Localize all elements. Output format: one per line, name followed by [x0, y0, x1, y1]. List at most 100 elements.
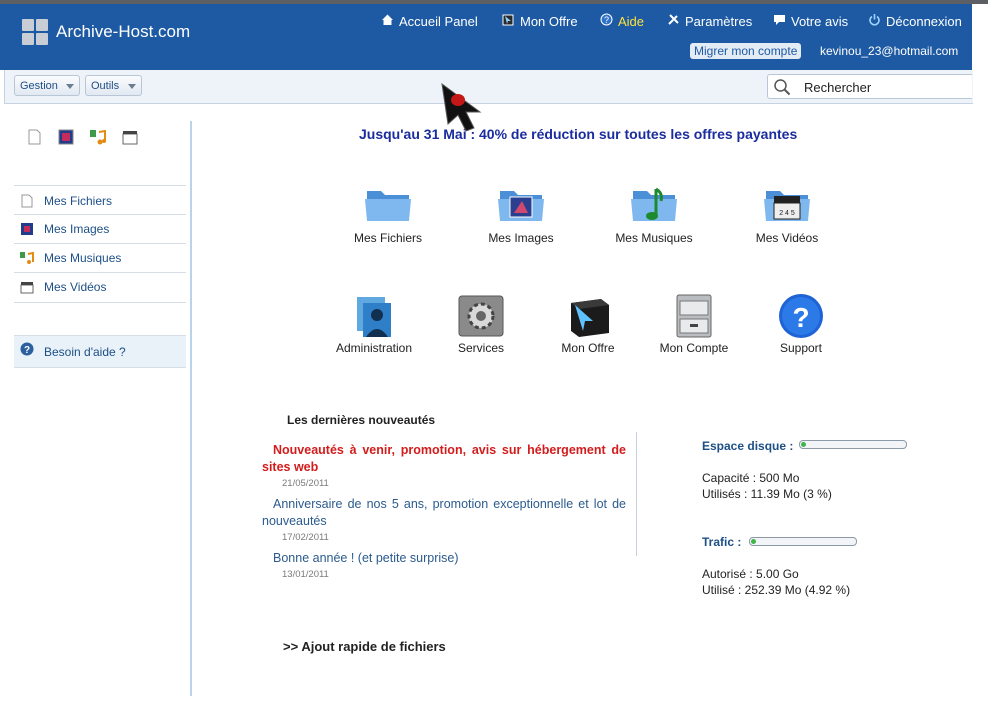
tile-label: Mes Musiques [615, 231, 693, 245]
nav-aide[interactable]: ? Aide [600, 13, 645, 29]
disk-space-fill [801, 442, 806, 447]
outils-dropdown[interactable]: Outils [85, 75, 142, 96]
traffic-fill [751, 539, 756, 544]
tile-label: Mon Offre [561, 341, 615, 355]
gear-icon [456, 293, 506, 339]
news-item[interactable]: Bonne année ! (et petite surprise) [262, 550, 626, 567]
sidebar-item-label: Mes Vidéos [44, 280, 107, 294]
tile-services[interactable]: Services [426, 293, 536, 355]
sidebar-separator [14, 185, 186, 186]
tile-label: Mon Compte [659, 341, 729, 355]
migrate-account-button[interactable]: Migrer mon compte [690, 43, 802, 59]
tile-mon-offre[interactable]: Mon Offre [533, 293, 643, 355]
svg-text:?: ? [604, 15, 609, 25]
cabinet-icon [669, 293, 719, 339]
traffic-used: Utilisé : 252.39 Mo (4.92 %) [702, 583, 851, 597]
nav-label: Aide [618, 14, 645, 29]
search-placeholder: Rechercher [804, 80, 872, 95]
traffic-bar [749, 537, 857, 546]
gestion-dropdown[interactable]: Gestion [14, 75, 80, 96]
quick-add-files-link[interactable]: >> Ajout rapide de fichiers [283, 639, 446, 654]
svg-text:2 4 5: 2 4 5 [779, 210, 795, 217]
nav-mon-offre[interactable]: Mon Offre [502, 14, 578, 29]
video-icon[interactable] [121, 128, 139, 146]
power-icon [868, 13, 881, 26]
sidebar-item-images[interactable]: Mes Images [20, 222, 109, 236]
tile-mes-musiques[interactable]: Mes Musiques [599, 183, 709, 245]
window-top-border [0, 0, 988, 4]
home-icon [381, 13, 394, 26]
tile-label: Support [779, 341, 823, 355]
help-link[interactable]: Besoin d'aide ? [44, 345, 126, 359]
video-icon [20, 280, 34, 294]
users-icon [349, 293, 399, 339]
news-item[interactable]: Nouveautés à venir, promotion, avis sur … [262, 442, 626, 476]
file-icon [20, 194, 34, 208]
disk-space-label: Espace disque : [702, 439, 794, 453]
tile-mon-compte[interactable]: Mon Compte [639, 293, 749, 355]
tile-mes-videos[interactable]: 2 4 5 Mes Vidéos [732, 183, 842, 245]
sidebar-item-videos[interactable]: Mes Vidéos [20, 280, 106, 294]
news-title: Les dernières nouveautés [287, 413, 436, 427]
chevron-down-icon [128, 84, 136, 89]
nav-deconnexion[interactable]: Déconnexion [868, 14, 962, 29]
folder-video-icon: 2 4 5 [762, 183, 812, 229]
nav-accueil-panel[interactable]: Accueil Panel [381, 14, 478, 29]
folder-icon [363, 183, 413, 229]
sidebar-item-fichiers[interactable]: Mes Fichiers [20, 194, 112, 208]
tools-icon [667, 13, 680, 26]
nav-label: Paramètres [685, 14, 753, 29]
image-icon [20, 222, 34, 236]
tile-mes-fichiers[interactable]: Mes Fichiers [333, 183, 443, 245]
gestion-label: Gestion [20, 80, 58, 92]
outils-label: Outils [91, 80, 120, 92]
music-icon [20, 251, 34, 265]
sidebar-separator [14, 214, 186, 215]
file-icon[interactable] [26, 128, 44, 146]
sidebar-item-label: Mes Images [44, 222, 110, 236]
sidebar-divider [190, 121, 192, 696]
promo-banner[interactable]: Jusqu'au 31 Mai : 40% de réduction sur t… [359, 126, 797, 142]
tile-mes-images[interactable]: Mes Images [466, 183, 576, 245]
image-icon[interactable] [57, 128, 75, 146]
account-email: kevinou_23@hotmail.com [820, 44, 959, 58]
svg-text:?: ? [24, 345, 30, 356]
nav-label: Votre avis [791, 14, 849, 29]
sidebar-item-label: Mes Musiques [44, 251, 122, 265]
help-icon: ? [20, 342, 34, 356]
tile-administration[interactable]: Administration [319, 293, 429, 355]
tile-label: Mes Vidéos [755, 231, 819, 245]
help-icon: ? [600, 13, 613, 26]
sidebar-item-musiques[interactable]: Mes Musiques [20, 251, 121, 265]
news-date: 21/05/2011 [282, 478, 329, 489]
disk-capacity: Capacité : 500 Mo [702, 471, 800, 485]
sidebar-separator [14, 272, 186, 273]
news-date: 13/01/2011 [282, 569, 329, 580]
news-divider [636, 432, 637, 556]
disk-space-bar [799, 440, 907, 449]
chevron-down-icon [66, 84, 74, 89]
question-icon: ? [776, 293, 826, 339]
offer-icon [502, 13, 515, 26]
comment-icon [773, 13, 786, 26]
nav-votre-avis[interactable]: Votre avis [773, 14, 848, 29]
svg-text:?: ? [792, 302, 809, 333]
logo-text[interactable]: Archive-Host.com [56, 22, 190, 42]
sidebar-item-label: Mes Fichiers [44, 194, 113, 208]
mouse-cursor-icon [440, 82, 486, 132]
news-date: 17/02/2011 [282, 532, 329, 543]
tile-support[interactable]: ? Support [746, 293, 856, 355]
cursor-box-icon [563, 293, 613, 339]
music-icon[interactable] [89, 128, 107, 146]
sidebar-separator [14, 302, 186, 303]
traffic-allowed: Autorisé : 5.00 Go [702, 567, 799, 581]
news-item[interactable]: Anniversaire de nos 5 ans, promotion exc… [262, 496, 626, 530]
logo-icon[interactable] [22, 19, 50, 47]
nav-label: Accueil Panel [399, 14, 478, 29]
tile-label: Mes Images [488, 231, 554, 245]
nav-label: Mon Offre [520, 14, 578, 29]
search-icon[interactable] [773, 78, 791, 96]
folder-music-icon [629, 183, 679, 229]
nav-parametres[interactable]: Paramètres [667, 14, 752, 29]
tile-label: Administration [335, 341, 413, 355]
